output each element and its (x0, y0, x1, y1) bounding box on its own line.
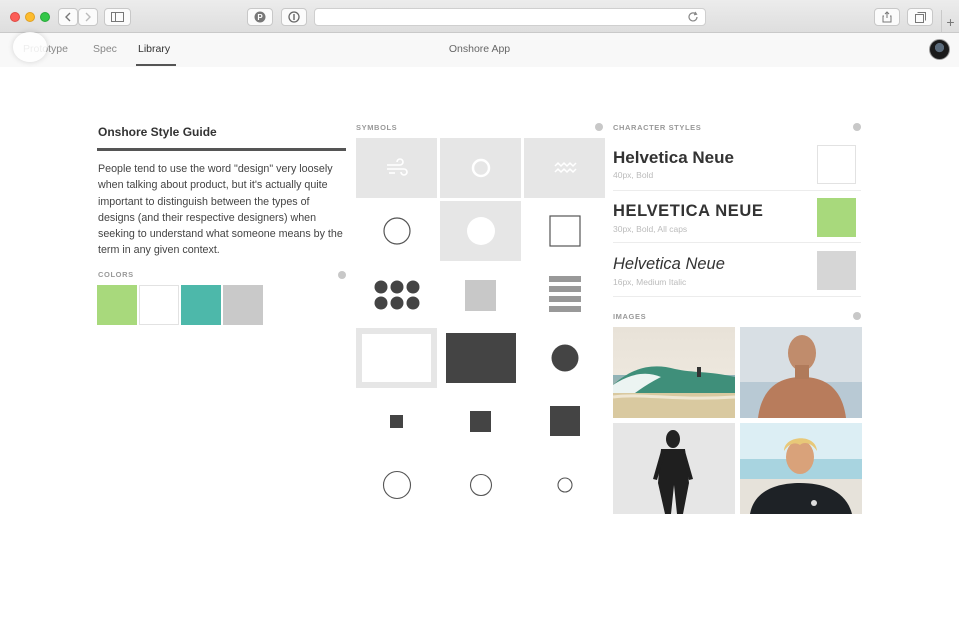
style-guide-title: Onshore Style Guide (98, 125, 217, 139)
square-outline-icon (548, 215, 581, 247)
symbol-ring[interactable] (440, 138, 521, 198)
character-style-row[interactable]: HELVETICA NEUE 30px, Bold, All caps (613, 191, 861, 243)
image-wetsuit-model[interactable] (613, 423, 735, 514)
info-icon (288, 11, 300, 23)
medium-circle-icon (469, 473, 492, 497)
wetsuit-photo (613, 423, 735, 514)
avatar[interactable] (929, 39, 950, 60)
gray-square-icon (465, 279, 496, 311)
symbol-circle-small[interactable] (524, 455, 605, 515)
browser-toolbar: P + (0, 0, 959, 33)
symbol-circle-filled-white[interactable] (440, 201, 521, 261)
symbol-square-small[interactable] (356, 391, 437, 451)
pinterest-extension-button[interactable]: P (247, 8, 273, 26)
symbol-circle-medium[interactable] (440, 455, 521, 515)
cursor-highlight (13, 32, 47, 62)
sidebar-toggle-button[interactable] (104, 8, 131, 26)
sidebar-icon (111, 12, 124, 22)
character-styles-label: CHARACTER STYLES (613, 123, 702, 132)
reload-icon[interactable] (687, 11, 699, 23)
forward-button[interactable] (78, 8, 98, 26)
character-style-row[interactable]: Helvetica Neue 16px, Medium Italic (613, 243, 861, 297)
app-header: Prototype Spec Library Onshore App (0, 33, 959, 67)
waves-icon (553, 161, 577, 174)
character-style-color-swatch (817, 145, 856, 184)
colors-label: COLORS (98, 270, 134, 279)
portrait-photo (740, 327, 862, 418)
pinterest-icon: P (254, 11, 266, 23)
style-guide-description: People tend to use the word "design" ver… (98, 163, 343, 257)
tabs-overview-button[interactable] (907, 8, 933, 26)
large-square-icon (549, 406, 580, 436)
ring-icon (471, 158, 490, 178)
share-button[interactable] (874, 8, 900, 26)
image-surfer-portrait[interactable] (740, 327, 862, 418)
small-circle-icon (556, 477, 573, 493)
symbol-dark-rectangle[interactable] (440, 328, 521, 388)
symbol-frame[interactable] (356, 328, 437, 388)
title-divider (97, 148, 346, 151)
chevron-left-icon (65, 12, 71, 22)
character-style-name: Helvetica Neue (613, 255, 725, 273)
dot-grid-icon (374, 280, 419, 310)
close-window-button[interactable] (10, 12, 20, 22)
symbol-dark-circle[interactable] (524, 328, 605, 388)
character-style-row[interactable]: Helvetica Neue 40px, Bold (613, 139, 861, 191)
symbol-square-large[interactable] (524, 391, 605, 451)
circle-filled-icon (466, 217, 495, 245)
symbols-label: SYMBOLS (356, 123, 398, 132)
wave-photo (613, 327, 735, 418)
small-square-icon (390, 414, 403, 428)
plus-icon: + (946, 13, 955, 30)
symbol-circle-outline[interactable] (356, 201, 437, 261)
tabs-icon (914, 11, 926, 23)
character-style-color-swatch (817, 198, 856, 237)
colors-options-icon[interactable] (338, 271, 346, 279)
symbols-options-icon[interactable] (595, 123, 603, 131)
dark-rectangle-icon (445, 333, 516, 383)
character-style-meta: 30px, Bold, All caps (613, 224, 688, 234)
wind-icon (386, 158, 408, 176)
symbol-wind[interactable] (356, 138, 437, 198)
image-blond-surfer[interactable] (740, 423, 862, 514)
list-icon (548, 276, 581, 312)
back-button[interactable] (58, 8, 78, 26)
symbol-list-bars[interactable] (524, 265, 605, 325)
character-style-meta: 40px, Bold (613, 170, 654, 180)
symbol-circle-large[interactable] (356, 455, 437, 515)
symbol-waves[interactable] (524, 138, 605, 198)
character-style-meta: 16px, Medium Italic (613, 277, 687, 287)
blond-surfer-photo (740, 423, 862, 514)
minimize-window-button[interactable] (25, 12, 35, 22)
character-styles-options-icon[interactable] (853, 123, 861, 131)
color-swatch-white[interactable] (139, 285, 179, 325)
images-options-icon[interactable] (853, 312, 861, 320)
symbol-gray-square[interactable] (440, 265, 521, 325)
app-title: Onshore App (448, 43, 511, 55)
color-swatch-green[interactable] (97, 285, 137, 325)
color-swatch-teal[interactable] (181, 285, 221, 325)
character-style-color-swatch (817, 251, 856, 290)
svg-text:P: P (257, 13, 263, 22)
symbol-square-outline[interactable] (524, 201, 605, 261)
images-label: IMAGES (613, 312, 647, 321)
medium-square-icon (470, 410, 491, 432)
dark-circle-icon (551, 344, 578, 372)
symbol-square-medium[interactable] (440, 391, 521, 451)
chevron-right-icon (85, 12, 91, 22)
character-style-name: HELVETICA NEUE (613, 202, 764, 220)
large-circle-icon (382, 470, 411, 500)
symbol-dot-grid[interactable] (356, 265, 437, 325)
password-extension-button[interactable] (281, 8, 307, 26)
zoom-window-button[interactable] (40, 12, 50, 22)
frame-icon (356, 328, 437, 388)
circle-outline-icon (382, 217, 411, 245)
share-icon (882, 11, 892, 23)
address-bar[interactable] (314, 8, 706, 26)
character-style-name: Helvetica Neue (613, 148, 734, 167)
image-surf-wave[interactable] (613, 327, 735, 418)
color-swatch-gray[interactable] (223, 285, 263, 325)
new-tab-button[interactable]: + (941, 10, 959, 33)
active-tab-indicator (136, 64, 176, 66)
